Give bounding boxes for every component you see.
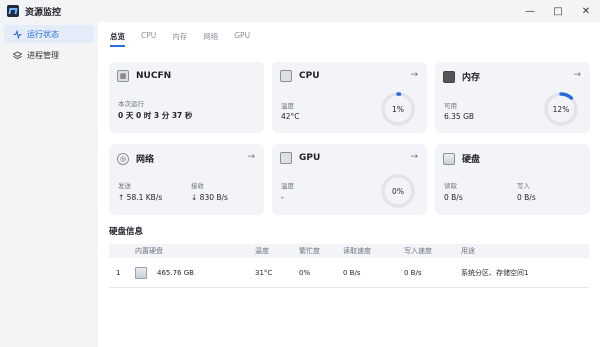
disk-busy: 0% (299, 268, 311, 277)
uptime-value: 0 天 0 时 3 分 37 秒 (118, 111, 193, 120)
column-header: 内置硬盘 (135, 247, 163, 255)
gpu-usage-text: 0% (392, 186, 404, 196)
memory-avail-label: 可用 (444, 102, 457, 110)
tab-gpu[interactable]: GPU (234, 31, 250, 47)
uptime-label: 本次运行 (118, 100, 144, 108)
main-panel: 总览 CPU 内存 网络 GPU ▦ NUCFN 本次运行 0 天 0 时 3 … (98, 22, 600, 347)
network-send-label: 发送 (118, 182, 131, 190)
arrow-right-icon[interactable]: → (573, 70, 581, 80)
system-card-title: NUCFN (136, 71, 172, 81)
network-card-title: 网络 (136, 155, 155, 165)
column-header: 繁忙度 (299, 247, 320, 255)
tab-bar: 总览 CPU 内存 网络 GPU (110, 31, 266, 47)
table-header: 内置硬盘 温度 繁忙度 读取速度 写入速度 用途 (109, 244, 589, 258)
gpu-temp-label: 温度 (281, 182, 294, 190)
gpu-temp-value: - (281, 193, 284, 202)
cpu-usage-text: 1% (392, 104, 404, 114)
disk-read-speed: 0 B/s (343, 268, 361, 277)
table-row[interactable]: 1 465.76 GB 31°C 0% 0 B/s 0 B/s 系统分区、存储空… (109, 258, 589, 288)
memory-usage-text: 12% (552, 104, 570, 114)
system-card: ▦ NUCFN 本次运行 0 天 0 时 3 分 37 秒 (109, 62, 264, 133)
activity-icon (12, 29, 22, 39)
app-title: 资源监控 (25, 7, 62, 18)
column-header: 读取速度 (343, 247, 371, 255)
sidebar-item-status[interactable]: 运行状态 (4, 25, 94, 43)
disk-table: 内置硬盘 温度 繁忙度 读取速度 写入速度 用途 1 465.76 GB 31°… (109, 244, 589, 288)
cpu-temp-value: 42°C (281, 112, 300, 121)
disk-write-label: 写入 (517, 182, 530, 190)
layers-icon (12, 50, 22, 60)
disk-card-title: 硬盘 (462, 155, 481, 165)
gpu-icon (280, 152, 292, 164)
cpu-card[interactable]: CPU → 温度 42°C 1% (272, 62, 427, 133)
disk-temp: 31°C (255, 268, 273, 277)
gpu-card-title: GPU (299, 153, 321, 163)
memory-card[interactable]: 内存 → 可用 6.35 GB 12% (435, 62, 590, 133)
tab-overview[interactable]: 总览 (110, 31, 125, 47)
disk-write-speed: 0 B/s (404, 268, 422, 277)
disk-read-value: 0 B/s (444, 193, 463, 202)
hard-drive-icon (443, 152, 455, 165)
column-header: 温度 (255, 247, 269, 255)
cpu-usage-gauge: 1% (380, 91, 416, 127)
gpu-card[interactable]: GPU → 温度 - 0% (272, 144, 427, 215)
disk-usage: 系统分区、存储空间1 (461, 268, 529, 277)
cpu-temp-label: 温度 (281, 102, 294, 110)
arrow-right-icon[interactable]: → (410, 152, 418, 162)
column-header: 写入速度 (404, 247, 432, 255)
network-send-value: ↑ 58.1 KB/s (118, 193, 163, 202)
close-button[interactable]: ✕ (572, 0, 600, 22)
memory-usage-gauge: 12% (543, 91, 579, 127)
gpu-usage-gauge: 0% (380, 173, 416, 209)
window-controls: — □ ✕ (516, 0, 600, 22)
memory-icon (443, 70, 455, 83)
disk-info-title: 硬盘信息 (109, 227, 144, 237)
arrow-right-icon[interactable]: → (247, 152, 255, 162)
column-header: 用途 (461, 247, 475, 255)
sidebar-item-label: 运行状态 (27, 29, 59, 39)
disk-read-label: 读取 (444, 182, 457, 190)
globe-icon: ◎ (117, 152, 129, 165)
row-index: 1 (116, 268, 121, 277)
title-bar: 资源监控 — □ ✕ (0, 0, 600, 22)
sidebar: 运行状态 进程管理 (0, 22, 98, 347)
sidebar-item-label: 进程管理 (27, 50, 59, 60)
memory-card-title: 内存 (462, 73, 481, 83)
app-logo-icon (7, 5, 19, 17)
tab-network[interactable]: 网络 (203, 31, 218, 47)
network-card[interactable]: ◎ 网络 → 发送 ↑ 58.1 KB/s 接收 ↓ 830 B/s (109, 144, 264, 215)
memory-avail-value: 6.35 GB (444, 112, 475, 121)
hard-drive-icon (135, 266, 147, 279)
cpu-card-title: CPU (299, 71, 320, 81)
disk-card: 硬盘 读取 0 B/s 写入 0 B/s (435, 144, 590, 215)
tab-cpu[interactable]: CPU (141, 31, 156, 47)
computer-icon: ▦ (117, 70, 129, 82)
sidebar-item-processes[interactable]: 进程管理 (4, 46, 94, 64)
network-recv-value: ↓ 830 B/s (191, 193, 228, 202)
tab-memory[interactable]: 内存 (172, 31, 187, 47)
arrow-right-icon[interactable]: → (410, 70, 418, 80)
minimize-button[interactable]: — (516, 0, 544, 22)
network-recv-label: 接收 (191, 182, 204, 190)
disk-write-value: 0 B/s (517, 193, 536, 202)
cpu-icon (280, 70, 292, 82)
disk-size: 465.76 GB (157, 268, 194, 277)
disk-cell: 465.76 GB (135, 266, 255, 279)
maximize-button[interactable]: □ (544, 0, 572, 22)
